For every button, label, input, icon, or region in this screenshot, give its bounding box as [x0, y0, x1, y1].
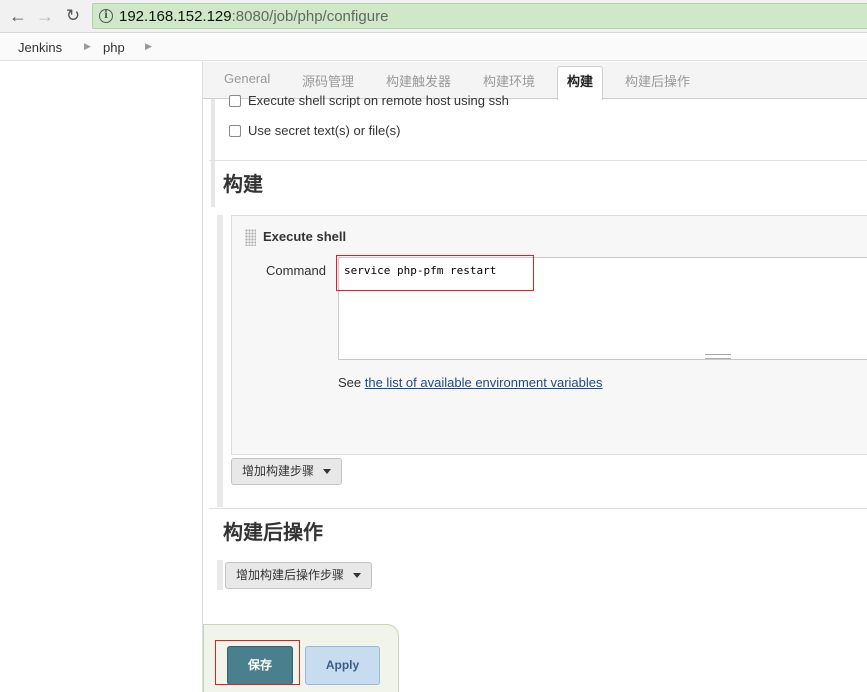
secret-text-checkbox[interactable] [229, 125, 241, 137]
reload-icon[interactable]: ↻ [61, 5, 85, 27]
form-action-bar: 保存 Apply [203, 624, 399, 692]
address-bar[interactable]: i 192.168.152.129:8080/job/php/configure [92, 3, 867, 29]
env-hint-prefix: See [338, 375, 365, 390]
env-vars-hint: See the list of available environment va… [338, 375, 603, 390]
textarea-resize-handle[interactable] [705, 354, 731, 359]
left-sidebar [0, 62, 203, 692]
save-highlight [215, 640, 300, 685]
caret-down-icon [323, 469, 332, 475]
remote-ssh-checkbox[interactable] [229, 95, 241, 107]
tab-general[interactable]: General [224, 71, 270, 86]
add-post-build-step-label: 增加构建后操作步骤 [236, 568, 345, 582]
add-build-step-button[interactable]: 增加构建步骤 [231, 458, 343, 485]
add-post-build-step-button[interactable]: 增加构建后操作步骤 [225, 562, 373, 589]
config-main: General 源码管理 构建触发器 构建环境 构建 构建后操作 Execute… [203, 62, 867, 692]
execute-shell-step: Execute shell Command service php-pfm re… [231, 215, 867, 455]
add-build-step-label: 增加构建步骤 [242, 464, 315, 478]
section-divider [209, 508, 867, 509]
apply-button[interactable]: Apply [305, 646, 380, 685]
step-title: Execute shell [263, 229, 347, 244]
tab-triggers[interactable]: 构建触发器 [386, 71, 451, 90]
url-path: :8080/job/php/configure [231, 8, 389, 25]
breadcrumb-jenkins[interactable]: Jenkins [18, 40, 62, 55]
env-vars-link[interactable]: the list of available environment variab… [365, 375, 603, 390]
command-highlight [336, 255, 534, 291]
post-build-container [217, 560, 223, 590]
forward-arrow-icon[interactable]: → [33, 5, 57, 27]
tab-build[interactable]: 构建 [557, 66, 603, 100]
secret-text-label: Use secret text(s) or file(s) [248, 123, 401, 138]
remote-ssh-label: Execute shell script on remote host usin… [248, 93, 509, 108]
breadcrumb: Jenkins ▶ php ▶ [0, 34, 867, 61]
post-build-section-title: 构建后操作 [223, 522, 323, 544]
breadcrumb-arrow-icon[interactable]: ▶ [145, 41, 152, 52]
info-icon[interactable]: i [99, 9, 113, 23]
build-section-title: 构建 [223, 174, 263, 196]
url-host: 192.168.152.129 [119, 8, 232, 25]
browser-toolbar: ← → ↻ i 192.168.152.129:8080/job/php/con… [0, 0, 867, 33]
tab-build-env[interactable]: 构建环境 [483, 71, 535, 90]
tab-post-build[interactable]: 构建后操作 [625, 71, 690, 90]
back-arrow-icon[interactable]: ← [6, 5, 30, 27]
breadcrumb-arrow-icon[interactable]: ▶ [84, 41, 91, 52]
section-divider [209, 160, 867, 161]
tab-scm[interactable]: 源码管理 [302, 71, 354, 90]
caret-down-icon [353, 573, 362, 579]
build-env-section: Execute shell script on remote host usin… [211, 93, 867, 207]
url-text[interactable]: 192.168.152.129:8080/job/php/configure [119, 8, 388, 25]
build-steps-container: Execute shell Command service php-pfm re… [217, 215, 867, 507]
command-label: Command [266, 263, 326, 278]
breadcrumb-php[interactable]: php [103, 40, 125, 55]
drag-handle-icon[interactable] [245, 229, 256, 246]
